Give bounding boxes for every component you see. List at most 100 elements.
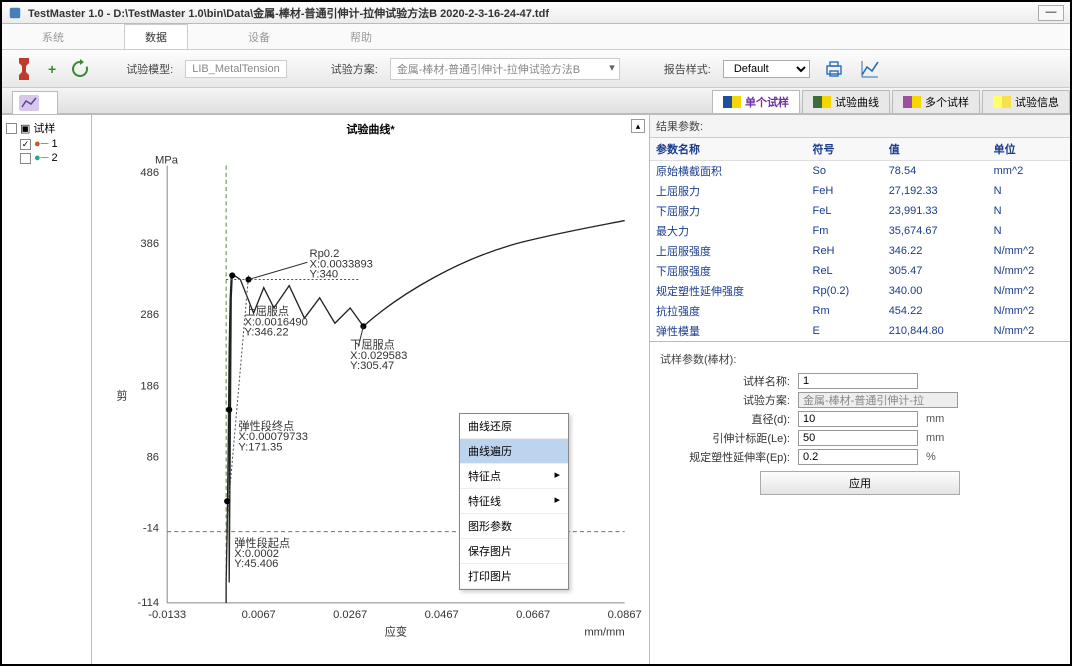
results-table: 参数名称 符号 值 单位 原始横截面积So78.54mm^2上屈服力FeH27,… <box>650 138 1070 341</box>
svg-text:286: 286 <box>140 309 159 321</box>
results-title: 结果参数: <box>650 115 1070 138</box>
field-unit: % <box>926 451 956 463</box>
left-chart-tab[interactable] <box>12 91 58 114</box>
svg-text:186: 186 <box>140 380 159 392</box>
print-icon[interactable] <box>822 57 846 81</box>
field-unit: mm <box>926 432 956 444</box>
field-input <box>798 392 958 408</box>
svg-text:-14: -14 <box>143 523 159 535</box>
y-axis-label: 剪 <box>116 389 127 403</box>
table-row: 原始横截面积So78.54mm^2 <box>650 161 1070 182</box>
svg-text:Y:45.406: Y:45.406 <box>234 558 278 570</box>
field-label: 试样名称: <box>660 373 790 389</box>
tab-test-info[interactable]: 试验信息 <box>982 90 1070 113</box>
field-input[interactable] <box>798 411 918 427</box>
table-row: 最大力Fm35,674.67N <box>650 221 1070 241</box>
menu-data[interactable]: 数据 <box>124 24 188 49</box>
table-row: 上屈服力FeH27,192.33N <box>650 181 1070 201</box>
window-title: TestMaster 1.0 - D:\TestMaster 1.0\bin\D… <box>28 5 1038 21</box>
minimize-button[interactable]: — <box>1038 5 1064 21</box>
table-row: 上屈服强度ReH346.22N/mm^2 <box>650 241 1070 261</box>
chart-title: 试验曲线* <box>96 119 645 139</box>
form-row: 规定塑性延伸率(Ep):% <box>660 449 1060 465</box>
tab-test-curve[interactable]: 试验曲线 <box>802 90 890 113</box>
chart-tool-icon[interactable] <box>858 57 882 81</box>
menu-device[interactable]: 设备 <box>228 25 290 49</box>
table-row: 规定塑性延伸强度Rp(0.2)340.00N/mm^2 <box>650 281 1070 301</box>
menu-curve-restore[interactable]: 曲线还原 <box>460 414 568 439</box>
chart-pane: ▴ 试验曲线* -114 -14 86 186 286 386 486 <box>92 115 650 664</box>
svg-text:0.0667: 0.0667 <box>516 609 550 621</box>
svg-text:386: 386 <box>140 238 159 250</box>
scheme-combo[interactable]: 金属-棒材-普通引伸计-拉伸试验方法B <box>390 58 620 80</box>
table-row: 下屈服力FeL23,991.33N <box>650 201 1070 221</box>
report-label: 报告样式: <box>664 61 711 77</box>
report-style-select[interactable]: Default <box>723 60 810 78</box>
svg-text:0.0867: 0.0867 <box>608 609 642 621</box>
app-icon <box>8 6 22 20</box>
tab-single-sample[interactable]: 单个试样 <box>712 90 800 113</box>
menu-feature-lines[interactable]: 特征线▸ <box>460 489 568 514</box>
menu-bar: 系统 数据 设备 帮助 <box>2 24 1070 50</box>
apply-button[interactable]: 应用 <box>760 471 960 495</box>
form-row: 试样名称: <box>660 373 1060 389</box>
model-label: 试验模型: <box>126 61 173 77</box>
table-row: 下屈服强度ReL305.47N/mm^2 <box>650 261 1070 281</box>
refresh-icon[interactable] <box>68 57 92 81</box>
form-row: 直径(d): mm <box>660 411 1060 427</box>
title-bar: TestMaster 1.0 - D:\TestMaster 1.0\bin\D… <box>2 2 1070 24</box>
svg-text:0.0267: 0.0267 <box>333 609 367 621</box>
svg-text:Y:305.47: Y:305.47 <box>350 360 394 372</box>
menu-graph-params[interactable]: 图形参数 <box>460 514 568 539</box>
menu-system[interactable]: 系统 <box>22 25 84 49</box>
form-row: 引伸计标距(Le): mm <box>660 430 1060 446</box>
menu-feature-points[interactable]: 特征点▸ <box>460 464 568 489</box>
checkbox-icon[interactable] <box>20 153 31 164</box>
svg-text:0.0467: 0.0467 <box>425 609 459 621</box>
model-value: LIB_MetalTension <box>185 60 286 78</box>
scheme-label: 试验方案: <box>331 61 378 77</box>
toolbar: + 试验模型: LIB_MetalTension 试验方案: 金属-棒材-普通引… <box>2 50 1070 88</box>
checkbox-icon[interactable]: ✓ <box>20 139 31 150</box>
expand-chart-icon[interactable]: ▴ <box>631 119 645 133</box>
y-unit-label: MPa <box>155 155 179 167</box>
menu-save-image[interactable]: 保存图片 <box>460 539 568 564</box>
field-label: 直径(d): <box>660 411 790 427</box>
svg-text:Y:171.35: Y:171.35 <box>238 441 282 453</box>
field-label: 试验方案: <box>660 392 790 408</box>
menu-help[interactable]: 帮助 <box>330 25 392 49</box>
tab-multi-sample[interactable]: 多个试样 <box>892 90 980 113</box>
right-pane: 结果参数: 参数名称 符号 值 单位 原始横截面积So78.54mm^2上屈服力… <box>650 115 1070 664</box>
table-row: 弹性模量E210,844.80N/mm^2 <box>650 321 1070 341</box>
sample-tree: ▣ 试样 ✓●─ 1 ●─ 2 <box>2 115 92 664</box>
plus-icon: + <box>48 61 56 77</box>
field-input[interactable] <box>798 373 918 389</box>
chart-context-menu: 曲线还原 曲线遍历 特征点▸ 特征线▸ 图形参数 保存图片 打印图片 <box>459 413 569 590</box>
svg-text:0.0067: 0.0067 <box>242 609 276 621</box>
svg-text:Y:340: Y:340 <box>310 269 339 281</box>
svg-text:86: 86 <box>147 451 159 463</box>
menu-print-image[interactable]: 打印图片 <box>460 564 568 589</box>
svg-text:486: 486 <box>140 167 159 179</box>
field-input[interactable] <box>798 430 918 446</box>
field-label: 引伸计标距(Le): <box>660 430 790 446</box>
x-axis-label: 应变 <box>385 624 407 638</box>
tree-item-2[interactable]: ●─ 2 <box>6 151 87 165</box>
checkbox-icon[interactable] <box>6 123 17 134</box>
svg-text:-0.0133: -0.0133 <box>148 609 186 621</box>
view-tabstrip: 单个试样 试验曲线 多个试样 试验信息 <box>2 88 1070 114</box>
sample-params-title: 试样参数(棒材): <box>660 348 1060 370</box>
chart-canvas[interactable]: -114 -14 86 186 286 386 486 MPa 剪 -0.013… <box>96 139 645 660</box>
field-unit: mm <box>926 413 956 425</box>
tree-root[interactable]: ▣ 试样 <box>6 119 87 137</box>
field-input[interactable] <box>798 449 918 465</box>
svg-text:-114: -114 <box>138 597 160 609</box>
menu-curve-traverse[interactable]: 曲线遍历 <box>460 439 568 464</box>
table-row: 抗拉强度Rm454.22N/mm^2 <box>650 301 1070 321</box>
field-label: 规定塑性延伸率(Ep): <box>660 449 790 465</box>
x-unit-label: mm/mm <box>584 626 624 638</box>
tree-item-1[interactable]: ✓●─ 1 <box>6 137 87 151</box>
svg-text:Y:346.22: Y:346.22 <box>244 326 288 338</box>
specimen-red-icon[interactable] <box>12 57 36 81</box>
form-row: 试验方案: <box>660 392 1060 408</box>
